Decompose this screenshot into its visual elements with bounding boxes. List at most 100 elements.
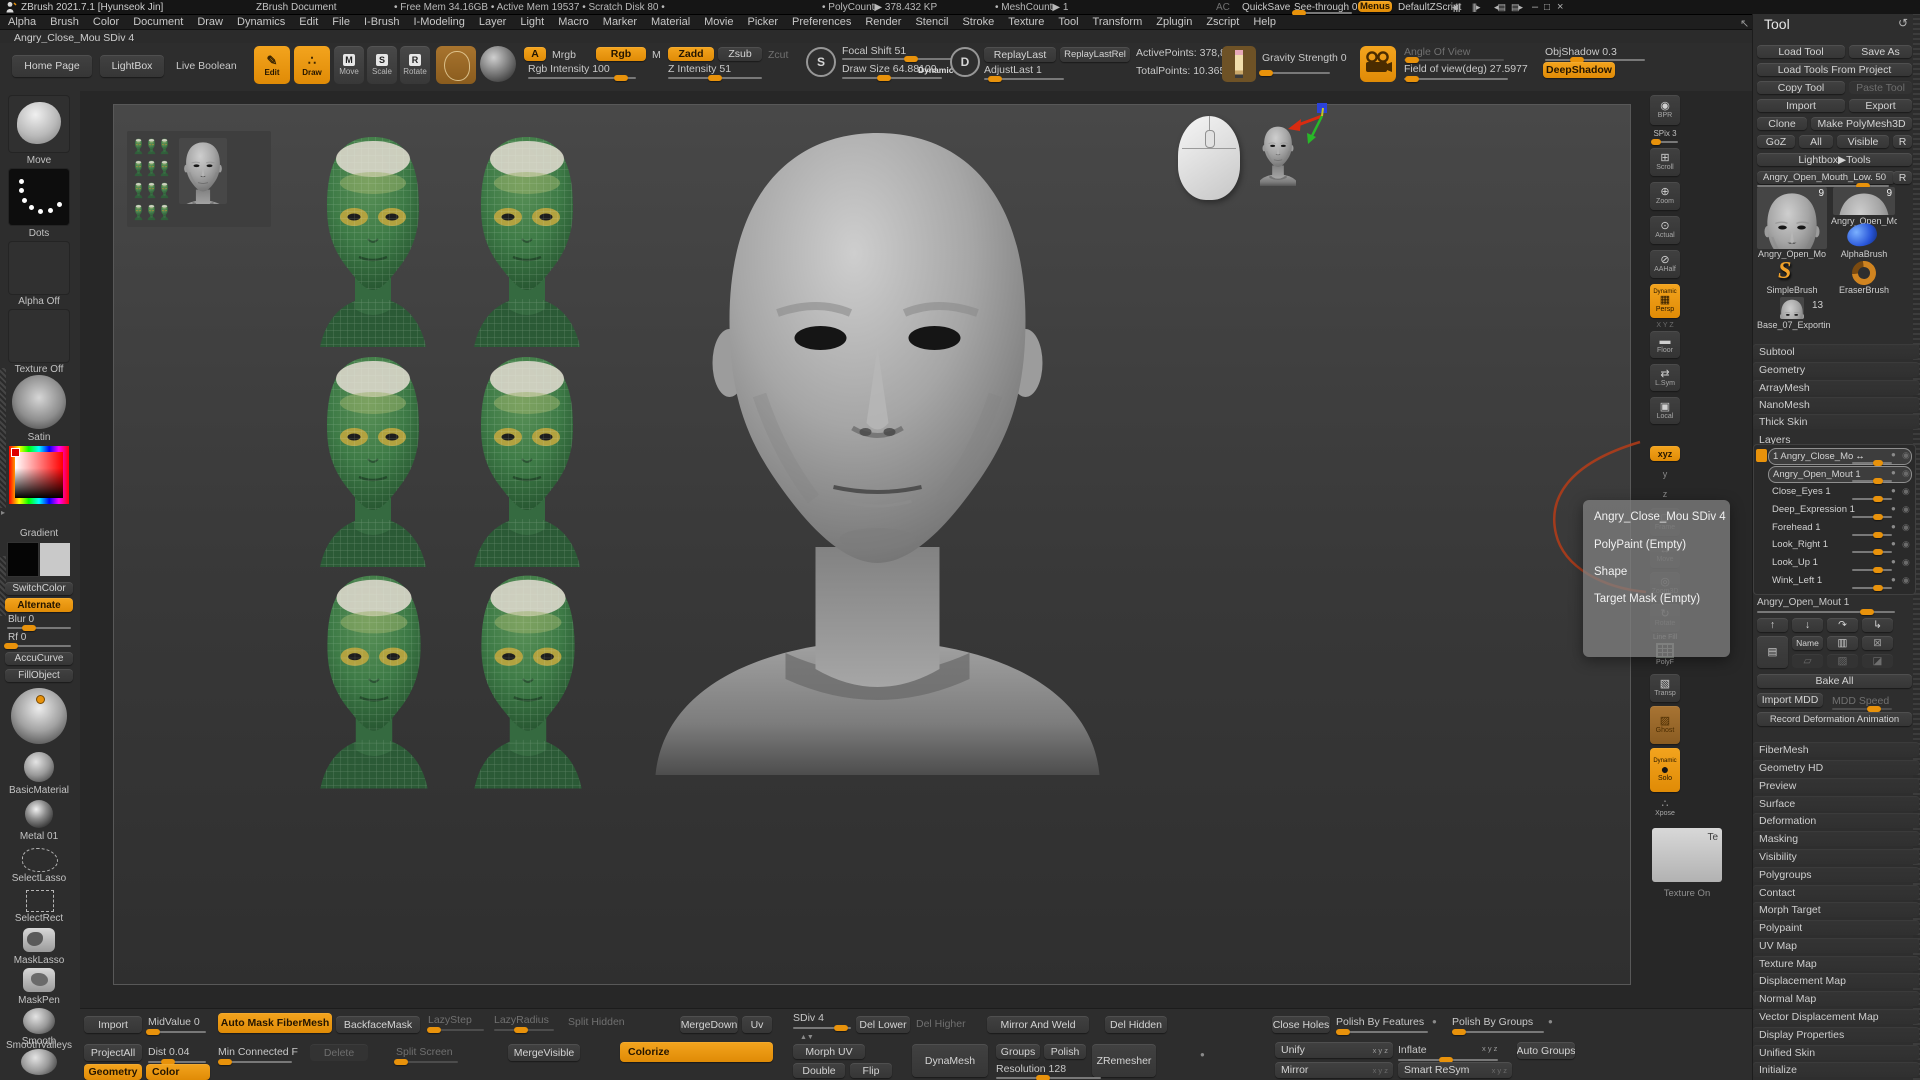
tool-name-slider[interactable]: Angry_Open_Mouth_Low. 50 xyxy=(1757,171,1895,184)
paste-tool-button[interactable]: Paste Tool xyxy=(1849,81,1912,94)
layer-copy-button[interactable]: ▥ xyxy=(1827,636,1858,650)
menu-ibrush[interactable]: I-Brush xyxy=(364,16,399,28)
polish-button[interactable]: Polish xyxy=(1044,1044,1086,1059)
goz-visible-button[interactable]: Visible xyxy=(1837,135,1889,148)
menu-zscript[interactable]: Zscript xyxy=(1206,16,1239,28)
large-preview-frame[interactable] xyxy=(179,138,227,204)
section-vector-displacement[interactable]: Vector Displacement Map xyxy=(1753,1009,1919,1024)
basic-material-sphere[interactable] xyxy=(24,752,54,782)
goz-button[interactable]: GoZ xyxy=(1757,135,1795,148)
floor-axes-label[interactable]: X Y Z xyxy=(1650,322,1680,329)
section-geometry-hd[interactable]: Geometry HD xyxy=(1753,760,1919,775)
layer-invert-button[interactable]: ▨ xyxy=(1827,654,1858,668)
mirror-button[interactable]: Mirrorx y z xyxy=(1275,1062,1393,1078)
scroll-button[interactable]: ⊞Scroll xyxy=(1650,148,1680,176)
deepshadow-button[interactable]: DeepShadow xyxy=(1543,62,1615,78)
section-masking[interactable]: Masking xyxy=(1753,831,1919,846)
dist-slider[interactable]: Dist 0.04 xyxy=(148,1046,189,1058)
rf-slider[interactable]: Rf 0 xyxy=(8,632,26,643)
gradient-label[interactable]: Gradient xyxy=(0,528,78,539)
polish-by-groups-slider[interactable]: Polish By Groups xyxy=(1452,1016,1533,1028)
layer-eye-icon[interactable]: ◉ xyxy=(1902,539,1910,550)
floor-button[interactable]: ▬Floor xyxy=(1650,331,1680,358)
stroke-selector[interactable] xyxy=(9,169,69,225)
section-polygroups[interactable]: Polygroups xyxy=(1753,867,1919,882)
section-surface[interactable]: Surface xyxy=(1753,796,1919,811)
mini-head-thumbnail[interactable] xyxy=(159,136,170,156)
menu-draw[interactable]: Draw xyxy=(197,16,223,28)
del-lower-button[interactable]: Del Lower xyxy=(856,1016,910,1033)
alpha-channel-button[interactable]: A xyxy=(524,47,546,61)
double-button[interactable]: Double xyxy=(793,1063,845,1078)
mdd-speed-slider[interactable]: MDD Speed xyxy=(1832,695,1889,707)
objshadow-track[interactable] xyxy=(1545,59,1645,61)
mini-head-thumbnail[interactable] xyxy=(146,202,157,222)
lazystep-track[interactable] xyxy=(428,1029,484,1031)
morph-uv-button[interactable]: Morph UV xyxy=(793,1044,865,1059)
menu-macro[interactable]: Macro xyxy=(558,16,589,28)
midvalue-track[interactable] xyxy=(148,1031,206,1033)
menu-stroke[interactable]: Stroke xyxy=(962,16,994,28)
mini-head-thumbnail[interactable] xyxy=(133,180,144,200)
layer-slider[interactable] xyxy=(1852,569,1892,571)
gravity-track[interactable] xyxy=(1260,72,1330,74)
draw-size-track[interactable] xyxy=(842,77,942,79)
menu-file[interactable]: File xyxy=(332,16,350,28)
layer-intensity-icon[interactable]: ● xyxy=(1891,450,1896,459)
polish-groups-toggle[interactable]: ● xyxy=(1548,1017,1553,1026)
sdiv-slider[interactable]: SDiv 4 xyxy=(793,1012,824,1024)
blur-track[interactable] xyxy=(7,627,71,629)
layer-eye-icon[interactable]: ◉ xyxy=(1902,468,1910,479)
mask-pen-icon[interactable] xyxy=(23,968,55,992)
fov-slider[interactable]: Field of view(deg) 27.5977 xyxy=(1404,63,1528,75)
stroke-preview[interactable] xyxy=(480,46,516,82)
menu-preferences[interactable]: Preferences xyxy=(792,16,851,28)
popup-item-polypaint[interactable]: PolyPaint (Empty) xyxy=(1594,539,1686,551)
edit-button[interactable]: ✎Edit xyxy=(254,46,290,84)
fillobject-button[interactable]: FillObject xyxy=(5,669,73,682)
resolution-toggle[interactable]: ● xyxy=(1200,1050,1205,1059)
select-rect-icon[interactable] xyxy=(26,890,54,912)
split-screen-slider[interactable]: Split Screen xyxy=(396,1046,453,1058)
layer-slider[interactable] xyxy=(1852,534,1892,536)
ghost-button[interactable]: ▨Ghost xyxy=(1650,706,1680,744)
uv-button[interactable]: Uv xyxy=(742,1016,772,1033)
lazyradius-slider[interactable]: LazyRadius xyxy=(494,1014,549,1026)
del-higher-button[interactable]: Del Higher xyxy=(916,1018,966,1030)
section-deformation[interactable]: Deformation xyxy=(1753,813,1919,828)
zoom-button[interactable]: ⊕Zoom xyxy=(1650,182,1680,210)
simple-brush-icon[interactable]: S xyxy=(1778,258,1791,285)
fov-track[interactable] xyxy=(1404,78,1508,80)
layer-slider[interactable] xyxy=(1852,498,1892,500)
section-initialize[interactable]: Initialize xyxy=(1753,1062,1919,1077)
projectall-button[interactable]: ProjectAll xyxy=(84,1044,142,1061)
mini-head-thumbnail[interactable] xyxy=(159,180,170,200)
stroke-curve-icon[interactable]: S xyxy=(806,47,836,77)
rgb-intensity-track[interactable] xyxy=(528,77,636,79)
section-unified-skin[interactable]: Unified Skin xyxy=(1753,1045,1919,1060)
layer-row[interactable]: Close_Eyes 1 xyxy=(1768,484,1910,499)
section-texture-map[interactable]: Texture Map xyxy=(1753,956,1919,971)
load-tool-button[interactable]: Load Tool xyxy=(1757,45,1845,58)
doc-next-icon[interactable]: ▤▸ xyxy=(1511,2,1522,13)
inflate-xyz-label[interactable]: x y z xyxy=(1482,1044,1497,1053)
mergedown-button[interactable]: MergeDown xyxy=(680,1016,738,1033)
z-symmetry-button[interactable]: z xyxy=(1650,486,1680,501)
delete-button[interactable]: Delete xyxy=(310,1044,368,1061)
layer-duplicate-button[interactable]: ↷ xyxy=(1827,618,1858,632)
split-screen-track[interactable] xyxy=(396,1061,458,1063)
mini-head-thumbnail[interactable] xyxy=(159,202,170,222)
layer-slider[interactable] xyxy=(1852,587,1892,589)
lazyradius-track[interactable] xyxy=(494,1029,554,1031)
layer-split-button[interactable]: ▱ xyxy=(1792,654,1823,668)
scale-button[interactable]: SScale xyxy=(367,46,397,84)
flip-button[interactable]: Flip xyxy=(850,1063,892,1078)
polish-features-track[interactable] xyxy=(1336,1031,1428,1033)
auto-mask-fibermesh-button[interactable]: Auto Mask FiberMesh xyxy=(218,1013,332,1033)
layer-row[interactable]: Forehead 1 xyxy=(1768,520,1910,535)
close-icon[interactable]: × xyxy=(1557,1,1562,13)
mini-head-thumbnail[interactable] xyxy=(133,136,144,156)
resolution-slider[interactable]: Resolution 128 xyxy=(996,1063,1066,1075)
midvalue-slider[interactable]: MidValue 0 xyxy=(148,1016,200,1028)
layer-eye-icon[interactable]: ◉ xyxy=(1902,575,1910,586)
